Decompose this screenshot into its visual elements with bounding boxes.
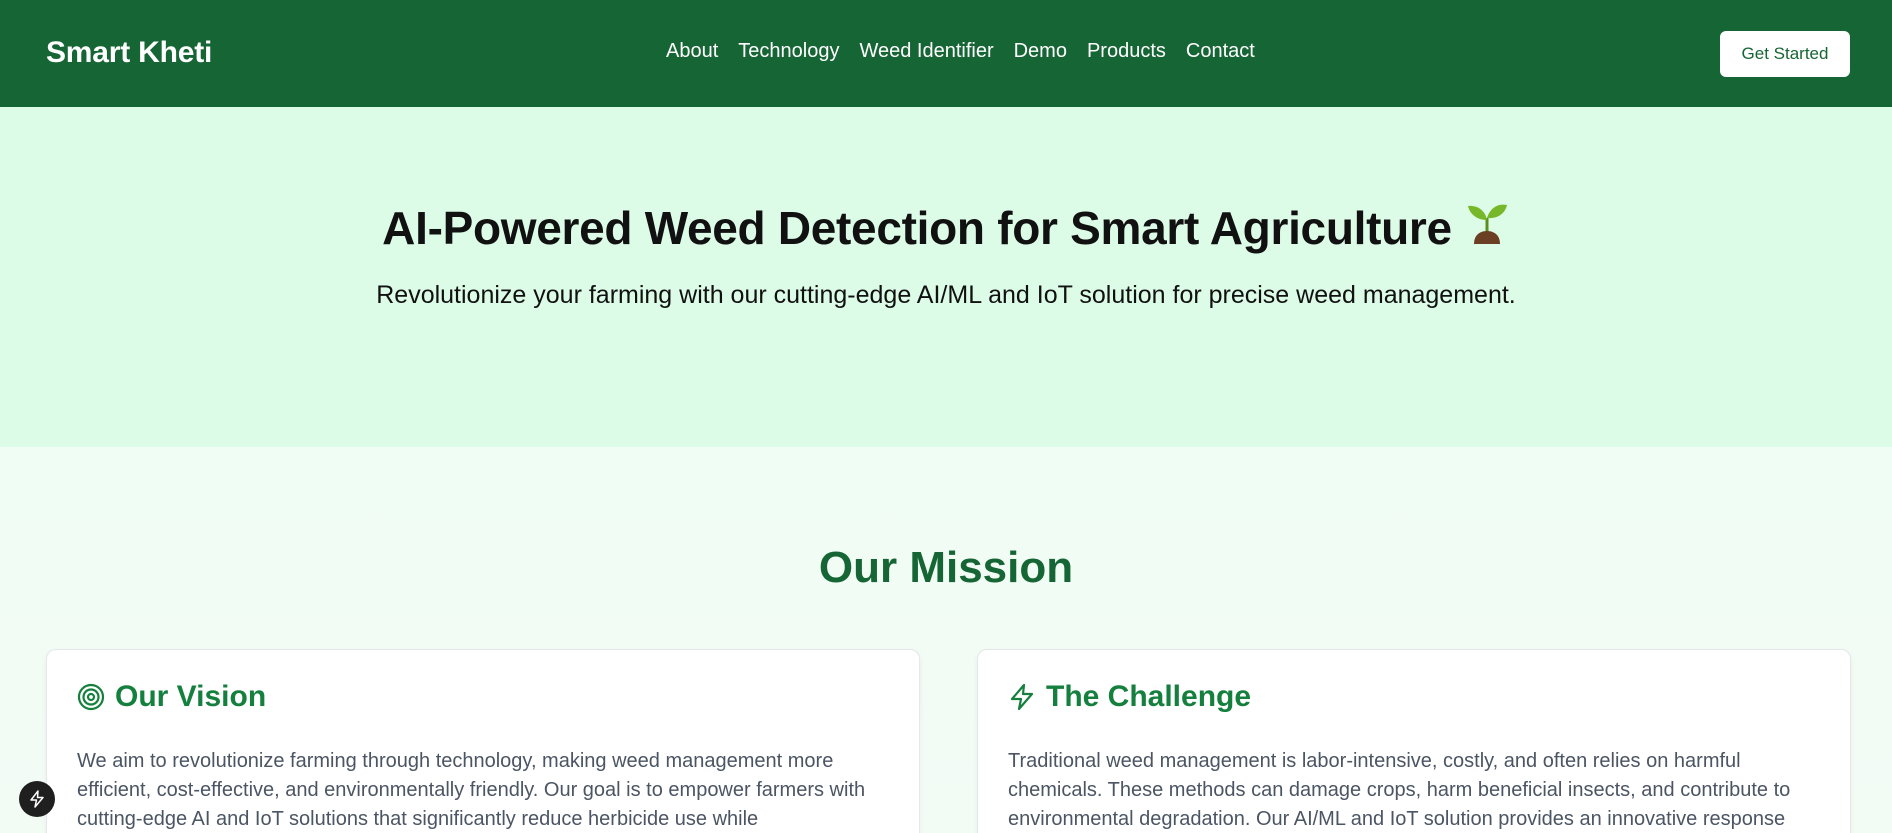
nav-weed-identifier[interactable]: Weed Identifier [859,40,993,63]
hero-title-text: AI-Powered Weed Detection for Smart Agri… [382,202,1452,254]
main-nav: About Technology Weed Identifier Demo Pr… [666,40,1255,63]
get-started-button[interactable]: Get Started [1720,31,1850,77]
hero-title: AI-Powered Weed Detection for Smart Agri… [0,201,1892,255]
bolt-icon [30,790,44,808]
quick-action-bolt-button[interactable] [19,781,55,817]
challenge-card-title: The Challenge [1046,680,1252,713]
nav-demo[interactable]: Demo [1014,40,1067,63]
hero-section: AI-Powered Weed Detection for Smart Agri… [0,107,1892,447]
mission-section: Our Mission Our Vision We aim to revolut… [0,447,1892,833]
brand-logo[interactable]: Smart Kheti [46,36,212,70]
vision-card-header: Our Vision [77,680,266,714]
nav-products[interactable]: Products [1087,40,1166,63]
nav-technology[interactable]: Technology [738,40,839,63]
hero-subtitle: Revolutionize your farming with our cutt… [376,281,1516,309]
nav-contact[interactable]: Contact [1186,40,1255,63]
challenge-card-header: The Challenge [1008,680,1251,714]
top-navbar: Smart Kheti About Technology Weed Identi… [0,0,1892,107]
challenge-card: The Challenge Traditional weed managemen… [977,649,1851,833]
vision-card-title: Our Vision [115,680,267,713]
target-icon [77,683,105,711]
mission-title: Our Mission [818,543,1074,592]
challenge-card-body: Traditional weed management is labor-int… [1008,750,1791,830]
nav-about[interactable]: About [666,40,718,63]
sprout-icon [1464,198,1510,255]
vision-card-body: We aim to revolutionize farming through … [77,750,866,830]
vision-card: Our Vision We aim to revolutionize farmi… [46,649,920,833]
lightning-icon [1008,683,1036,711]
